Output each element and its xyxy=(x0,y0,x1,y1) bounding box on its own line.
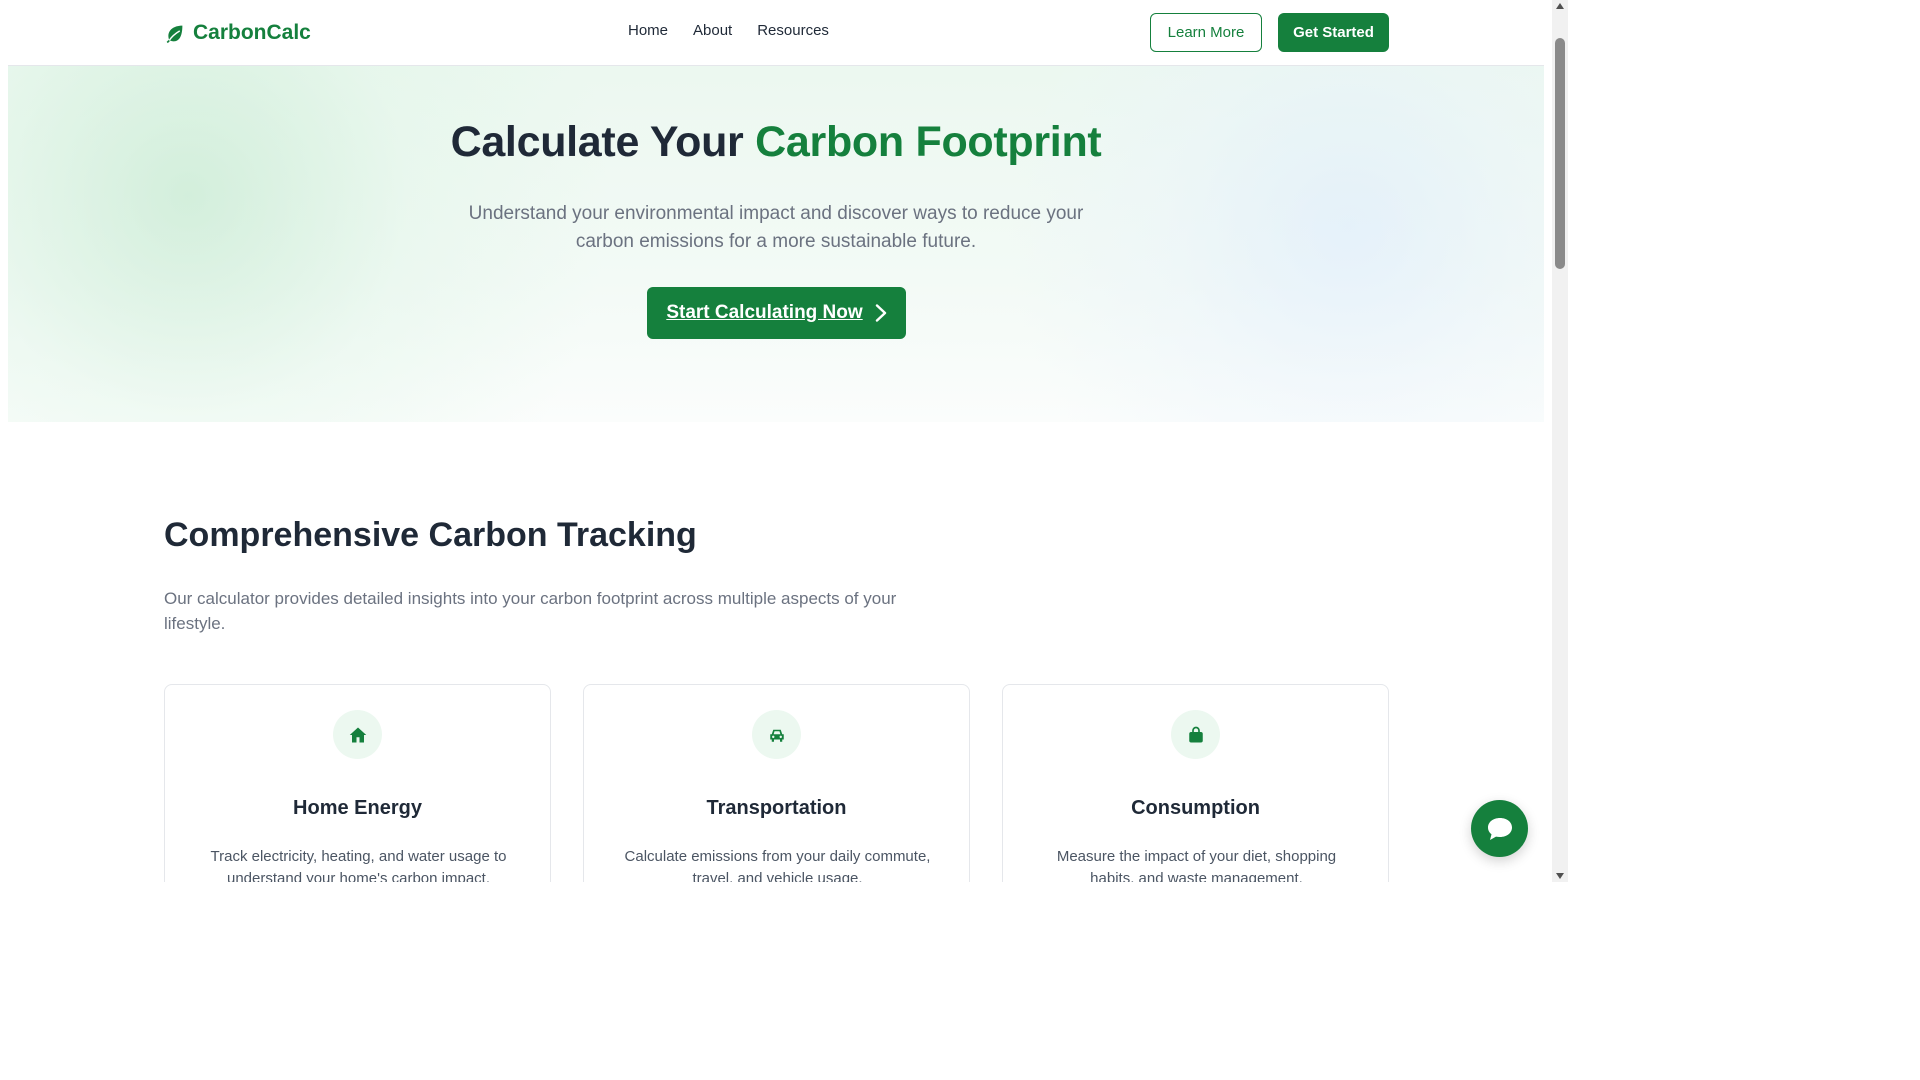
card-title: Consumption xyxy=(1131,797,1260,819)
chat-button[interactable] xyxy=(1471,800,1528,857)
scroll-up-arrow-icon[interactable] xyxy=(1556,3,1564,9)
card-title: Home Energy xyxy=(293,797,422,819)
site-header: CarbonCalc Home About Resources Learn Mo… xyxy=(8,0,1544,66)
hero-title-accent: Carbon Footprint xyxy=(755,118,1102,166)
home-icon xyxy=(349,727,366,742)
chevron-right-icon xyxy=(875,304,886,322)
card-title: Transportation xyxy=(706,797,847,819)
card-description: Calculate emissions from your daily comm… xyxy=(624,848,931,882)
card-icon-wrap xyxy=(333,710,382,759)
card-icon-wrap xyxy=(752,710,801,759)
card-transportation[interactable]: Transportation Calculate emissions from … xyxy=(583,684,970,882)
card-home-energy[interactable]: Home Energy Track electricity, heating, … xyxy=(164,684,551,882)
brand-name: CarbonCalc xyxy=(193,21,311,44)
nav-resources[interactable]: Resources xyxy=(757,22,829,39)
card-consumption[interactable]: Consumption Measure the impact of your d… xyxy=(1002,684,1389,882)
car-icon xyxy=(769,729,784,742)
start-calculating-button[interactable]: Start Calculating Now xyxy=(647,287,906,339)
get-started-button[interactable]: Get Started xyxy=(1278,13,1389,52)
section-description: Our calculator provides detailed insight… xyxy=(164,589,897,633)
hero-title-prefix: Calculate Your xyxy=(450,118,756,166)
leaf-icon xyxy=(166,25,183,43)
hero-section: Calculate Your Carbon Footprint Understa… xyxy=(8,66,1544,422)
hero-title: Calculate Your Carbon Footprint xyxy=(8,118,1544,167)
nav-about[interactable]: About xyxy=(693,22,732,39)
card-description: Track electricity, heating, and water us… xyxy=(210,848,507,882)
start-calculating-label: Start Calculating Now xyxy=(666,302,863,323)
chat-bubble-icon xyxy=(1487,817,1512,840)
learn-more-button[interactable]: Learn More xyxy=(1150,13,1262,52)
main-nav: Home About Resources xyxy=(628,22,829,39)
hero-subtitle: Understand your environmental impact and… xyxy=(468,203,1084,252)
nav-home[interactable]: Home xyxy=(628,22,668,39)
card-icon-wrap xyxy=(1171,710,1220,759)
vertical-scrollbar[interactable] xyxy=(1552,0,1568,882)
brand-logo[interactable]: CarbonCalc xyxy=(164,19,311,47)
scroll-thumb[interactable] xyxy=(1555,38,1565,269)
page: CarbonCalc Home About Resources Learn Mo… xyxy=(8,0,1544,882)
card-description: Measure the impact of your diet, shoppin… xyxy=(1056,848,1337,882)
section-title: Comprehensive Carbon Tracking xyxy=(164,516,697,554)
scroll-down-arrow-icon[interactable] xyxy=(1556,873,1564,879)
shopping-bag-icon xyxy=(1188,726,1203,742)
